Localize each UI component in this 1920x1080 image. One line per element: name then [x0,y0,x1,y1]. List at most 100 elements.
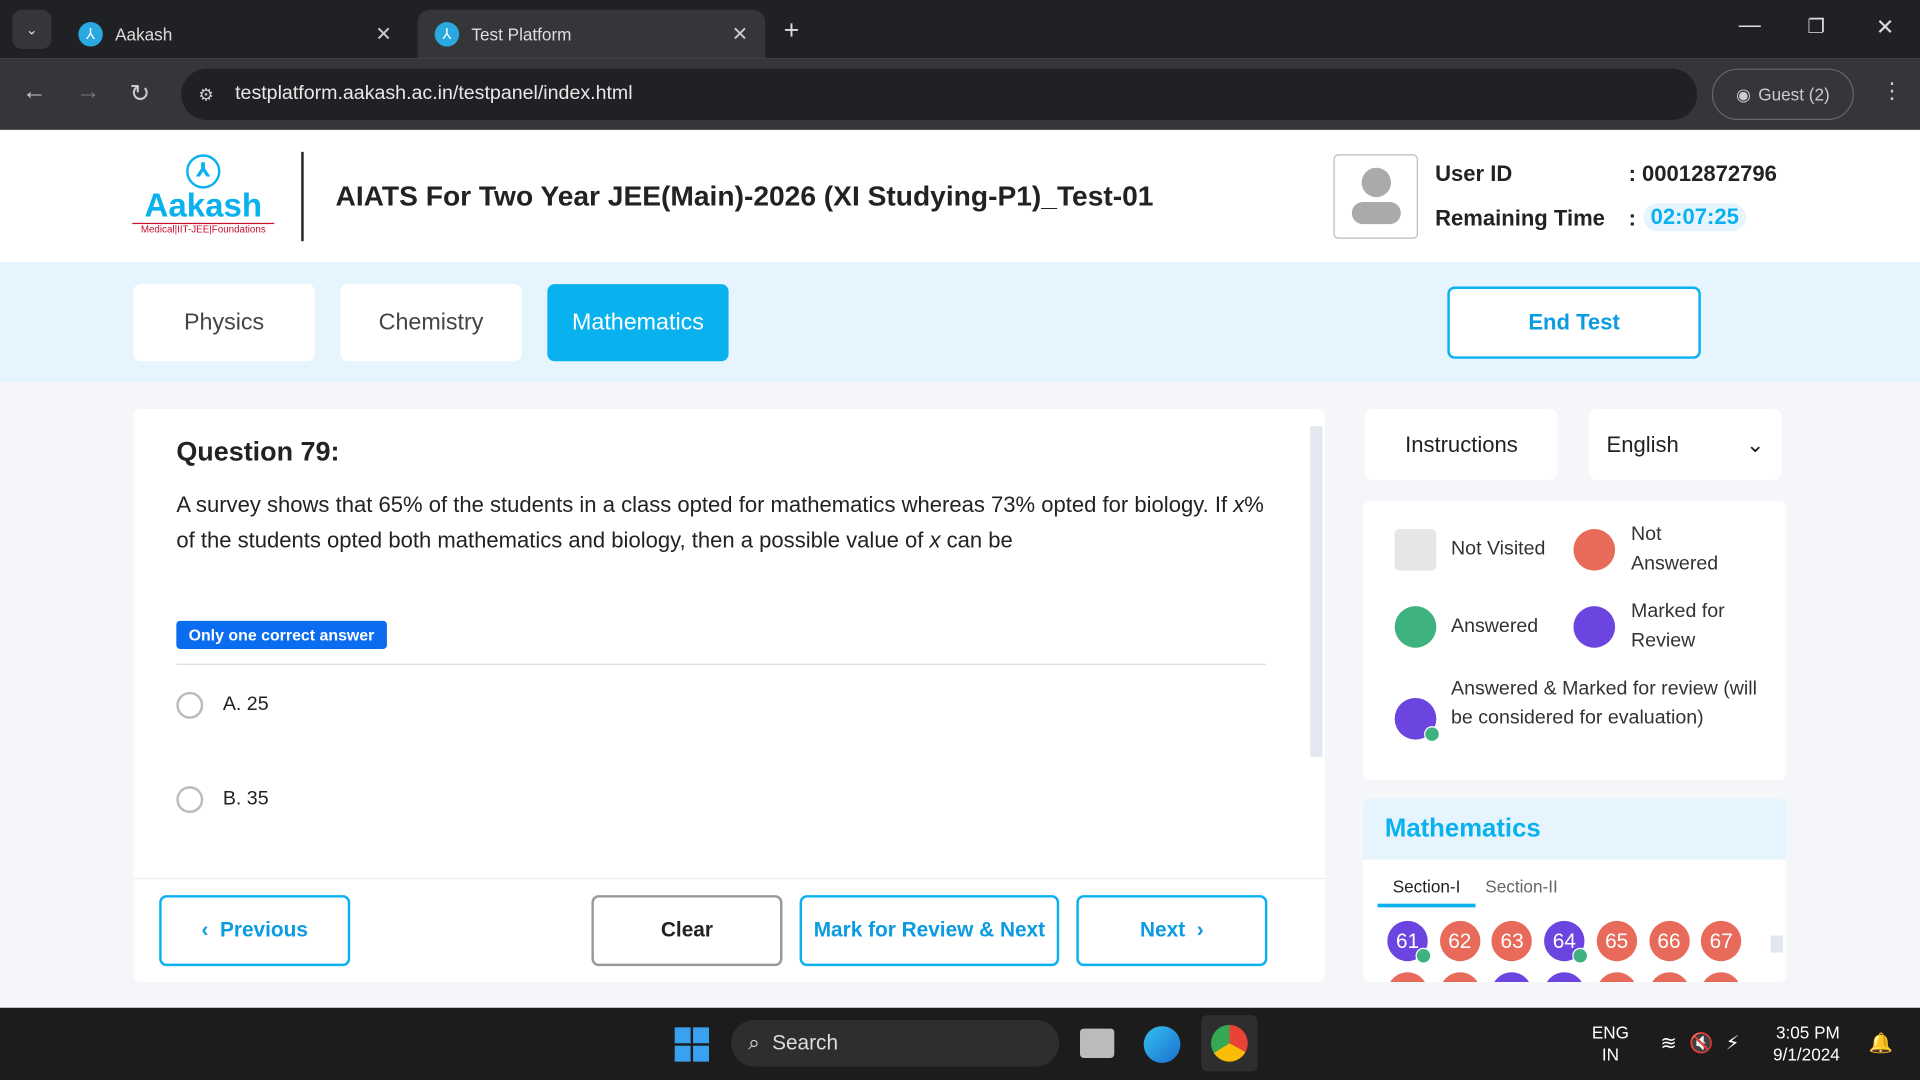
radio-button[interactable] [176,691,204,719]
aakash-favicon-icon: ⅄ [78,22,103,47]
legend-not-answered: Not Answered [1631,524,1719,575]
next-label: Next [1140,918,1186,942]
clock[interactable]: 3:05 PM 9/1/2024 [1773,1021,1840,1065]
logo-tagline: Medical|IIT-JEE|Foundations [132,222,275,235]
section-tab-2[interactable]: Section-II [1485,877,1557,897]
palette-question[interactable] [1596,972,1637,983]
palette-question[interactable] [1387,972,1428,983]
test-title: AIATS For Two Year JEE(Main)-2026 (XI St… [335,180,1154,212]
palette-question-66[interactable]: 66 [1648,920,1690,962]
option-label: A. 25 [222,694,269,716]
tab-title: Test Platform [471,24,572,45]
search-label: Search [772,1031,839,1055]
system-tray-icons[interactable]: ≋🔇⚡ [1660,1031,1751,1055]
minimize-button[interactable]: — [1739,12,1761,38]
lang: ENG [1591,1022,1629,1043]
new-tab-button[interactable]: + [784,15,800,47]
close-tab-icon[interactable]: ✕ [375,22,391,46]
header-divider [301,151,304,242]
legend-answered-marked: Answered & Marked for review (will be co… [1451,678,1757,729]
remaining-time-label: Remaining Time [1435,205,1605,231]
language-select[interactable]: English ⌄ [1589,408,1782,481]
remaining-time-value: 02:07:25 [1643,203,1747,232]
user-id-value: : 00012872796 [1628,161,1777,187]
palette-question[interactable] [1544,972,1585,983]
palette-question-64[interactable]: 64 [1544,920,1589,964]
chevron-left-icon: ‹ [201,918,220,942]
question-scrollbar[interactable] [1310,426,1323,757]
answered-marked-swatch [1394,697,1441,743]
option-a[interactable]: A. 25 [176,691,269,719]
profile-label: Guest (2) [1758,84,1830,105]
notification-icon[interactable]: 🔔 [1869,1031,1893,1055]
site-info-icon[interactable]: ⚙ [198,84,213,105]
restore-button[interactable]: ❐ [1807,15,1825,39]
date: 9/1/2024 [1773,1044,1840,1065]
next-button[interactable]: Next › [1076,895,1268,967]
forward-button[interactable]: → [76,78,100,106]
language-value: English [1606,431,1679,457]
mark-for-review-next-button[interactable]: Mark for Review & Next [799,895,1060,967]
user-avatar [1333,154,1418,239]
palette-scrollbar[interactable] [1770,935,1783,953]
search-icon: ⌕ [748,1031,760,1055]
aakash-favicon-icon: ⅄ [434,22,460,47]
clear-button[interactable]: Clear [591,895,783,967]
close-tab-icon[interactable]: ✕ [732,22,748,46]
back-button[interactable]: ← [22,78,46,106]
time: 3:05 PM [1775,1022,1840,1043]
profile-button[interactable]: ◉ Guest (2) [1711,68,1854,121]
divider [176,663,1267,665]
legend-not-visited: Not Visited [1451,538,1546,560]
palette-question-61[interactable]: 61 [1387,920,1432,964]
tab-chemistry[interactable]: Chemistry [340,284,522,362]
marked-swatch [1573,606,1616,648]
url-field[interactable]: ⚙ testplatform.aakash.ac.in/testpanel/ind… [181,68,1698,121]
profile-icon: ◉ [1735,83,1751,104]
footer-divider [133,877,1325,880]
user-id-label: User ID [1435,161,1513,187]
logo-icon: ⅄ [186,154,221,189]
browser-tab-test-platform[interactable]: ⅄ Test Platform ✕ [417,9,766,59]
section-tab-1[interactable]: Section-I [1377,877,1476,908]
taskbar-search[interactable]: ⌕ Search [731,1020,1060,1067]
reload-button[interactable]: ↻ [130,78,151,109]
legend-marked: Marked for Review [1631,601,1725,652]
end-test-button[interactable]: End Test [1447,286,1701,359]
chevron-down-icon: ⌄ [1746,431,1765,457]
tab-title: Aakash [115,24,173,45]
logo-text: Aakash [144,187,263,225]
palette-question-65[interactable]: 65 [1596,920,1637,962]
browser-tab-aakash[interactable]: ⅄ Aakash ✕ [61,10,409,59]
not-visited-swatch [1394,528,1437,571]
edge-icon[interactable] [1143,1026,1181,1063]
question-number: Question 79: [176,435,340,467]
palette-subject-title: Mathematics [1362,798,1787,860]
chrome-taskbar-button[interactable] [1201,1015,1258,1072]
palette-question-63[interactable]: 63 [1491,920,1533,962]
previous-button[interactable]: ‹ Previous [159,895,351,967]
task-view-icon[interactable] [1080,1028,1115,1058]
palette-question-62[interactable]: 62 [1439,920,1481,962]
language-indicator[interactable]: ENG IN [1592,1021,1629,1065]
palette-question[interactable] [1701,972,1742,983]
tab-search-button[interactable]: ⌄ [12,9,52,49]
menu-icon[interactable]: ⋮ [1881,78,1903,104]
option-b[interactable]: B. 35 [176,786,269,814]
option-label: B. 35 [222,788,269,810]
time-colon: : [1628,205,1636,231]
palette-question[interactable] [1648,972,1690,983]
tab-physics[interactable]: Physics [133,284,315,362]
legend-answered: Answered [1451,615,1539,637]
instructions-button[interactable]: Instructions [1365,408,1558,481]
chrome-icon [1211,1024,1248,1062]
radio-button[interactable] [176,786,204,814]
palette-question[interactable] [1439,972,1481,983]
region: IN [1601,1044,1619,1065]
tab-mathematics[interactable]: Mathematics [547,284,729,362]
previous-label: Previous [219,918,308,942]
windows-start-icon[interactable] [674,1027,709,1062]
close-window-button[interactable]: ✕ [1876,15,1894,41]
palette-question[interactable] [1491,972,1533,983]
palette-question-67[interactable]: 67 [1701,920,1742,962]
